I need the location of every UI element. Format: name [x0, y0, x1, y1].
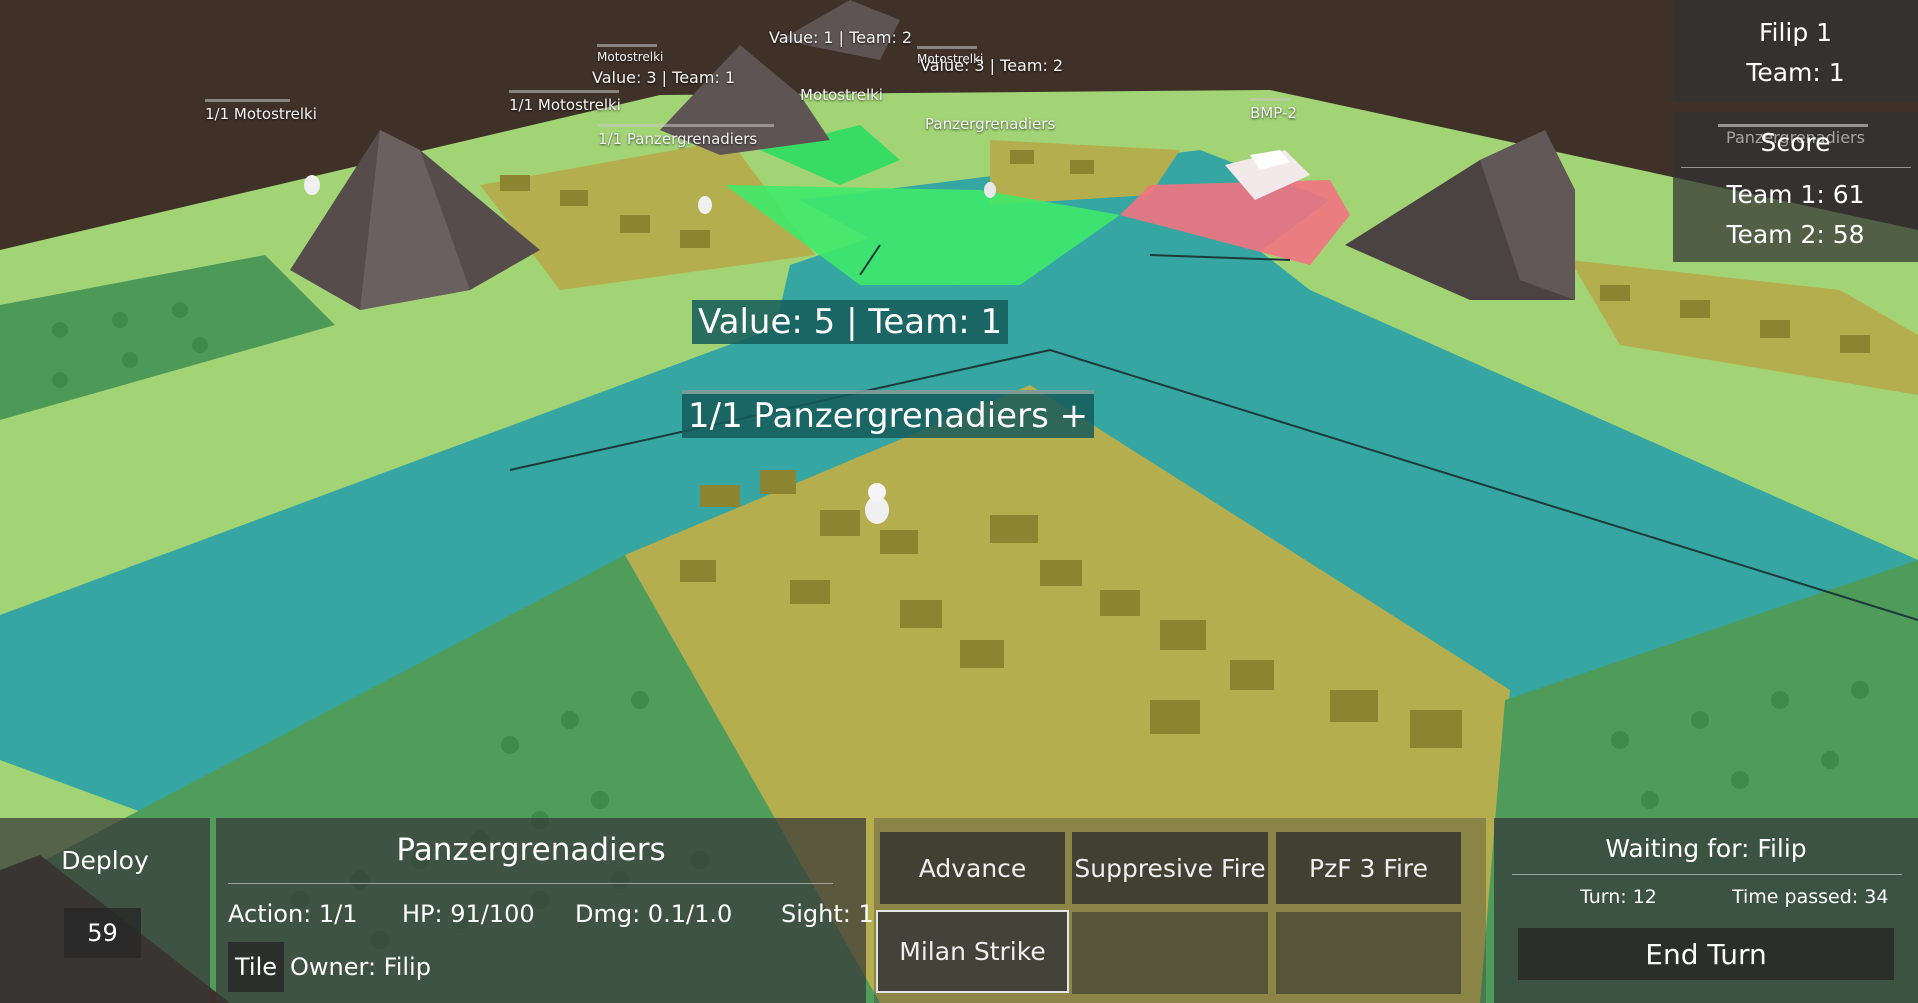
score-title: Score: [1760, 128, 1831, 157]
unit-dmg: Dmg: 0.1/1.0: [575, 900, 733, 928]
time-passed: Time passed: 34: [1732, 886, 1889, 908]
tile-value-label: Value: 1 | Team: 2: [769, 28, 913, 47]
empty-action-slot: [1072, 912, 1268, 994]
unit-label-motostrelki[interactable]: 1/1 Motostrelki: [205, 99, 317, 123]
suppressive-fire-button[interactable]: Suppresive Fire: [1072, 832, 1268, 904]
end-turn-button[interactable]: End Turn: [1518, 928, 1894, 980]
score-panel: Panzergrenadiers Score Team 1: 61 Team 2…: [1673, 112, 1918, 262]
tile-owner: Owner: Filip: [290, 953, 431, 981]
unit-sight: Sight: 1: [781, 900, 874, 928]
deploy-panel: Deploy 59: [0, 818, 210, 1003]
advance-button[interactable]: Advance: [880, 832, 1065, 904]
unit-name: Panzergrenadiers: [396, 832, 666, 868]
unit-action: Action: 1/1: [228, 900, 358, 928]
ghost-label-bar: [1718, 124, 1868, 127]
unit-info-panel: Panzergrenadiers Action: 1/1 HP: 91/100 …: [216, 818, 874, 1003]
milan-strike-button[interactable]: Milan Strike: [876, 910, 1069, 993]
pzf3-fire-button[interactable]: PzF 3 Fire: [1276, 832, 1461, 904]
player-team: Team: 1: [1746, 58, 1845, 87]
player-name: Filip 1: [1758, 18, 1833, 47]
unit-label-motostrelki[interactable]: Motostrelki: [800, 83, 883, 104]
plus-icon[interactable]: +: [1060, 396, 1089, 436]
score-team2: Team 2: 58: [1726, 220, 1865, 249]
unit-figure[interactable]: [698, 196, 712, 214]
unit-label-bmp2[interactable]: BMP-2: [1250, 98, 1297, 122]
selected-unit-figure[interactable]: [865, 483, 889, 524]
unit-label-panzergrenadiers[interactable]: 1/1 Panzergrenadiers: [598, 124, 774, 148]
turn-panel: Waiting for: Filip Turn: 12 Time passed:…: [1494, 818, 1918, 1003]
unit-label-motostrelki[interactable]: 1/1 Motostrelki: [509, 90, 621, 114]
tile-button[interactable]: Tile: [228, 942, 284, 992]
turn-number: Turn: 12: [1580, 886, 1657, 908]
score-divider: [1681, 167, 1911, 168]
tile-value-label: Value: 3 | Team: 2: [920, 56, 1064, 75]
unit-figure[interactable]: [984, 182, 996, 198]
selected-unit-name: 1/1 Panzergrenadiers: [688, 396, 1049, 436]
unit-label-panzergrenadiers[interactable]: Panzergrenadiers: [925, 112, 1063, 133]
unit-label-motostrelki[interactable]: Motostrelki: [597, 44, 663, 64]
deploy-label: Deploy: [61, 846, 149, 875]
deploy-count[interactable]: 59: [64, 908, 141, 958]
empty-action-slot: [1276, 912, 1461, 994]
unit-hp: HP: 91/100: [402, 900, 535, 928]
waiting-for: Waiting for: Filip: [1605, 834, 1807, 863]
player-panel: Filip 1 Team: 1: [1673, 0, 1918, 102]
selected-unit-label[interactable]: 1/1 Panzergrenadiers +: [682, 390, 1095, 438]
score-team1: Team 1: 61: [1726, 180, 1865, 209]
unit-divider: [228, 883, 833, 884]
selected-tile-value: Value: 5 | Team: 1: [692, 300, 1009, 344]
turn-divider: [1512, 874, 1902, 875]
tile-value-label: Value: 3 | Team: 1: [592, 68, 736, 87]
unit-figure[interactable]: [304, 175, 320, 195]
